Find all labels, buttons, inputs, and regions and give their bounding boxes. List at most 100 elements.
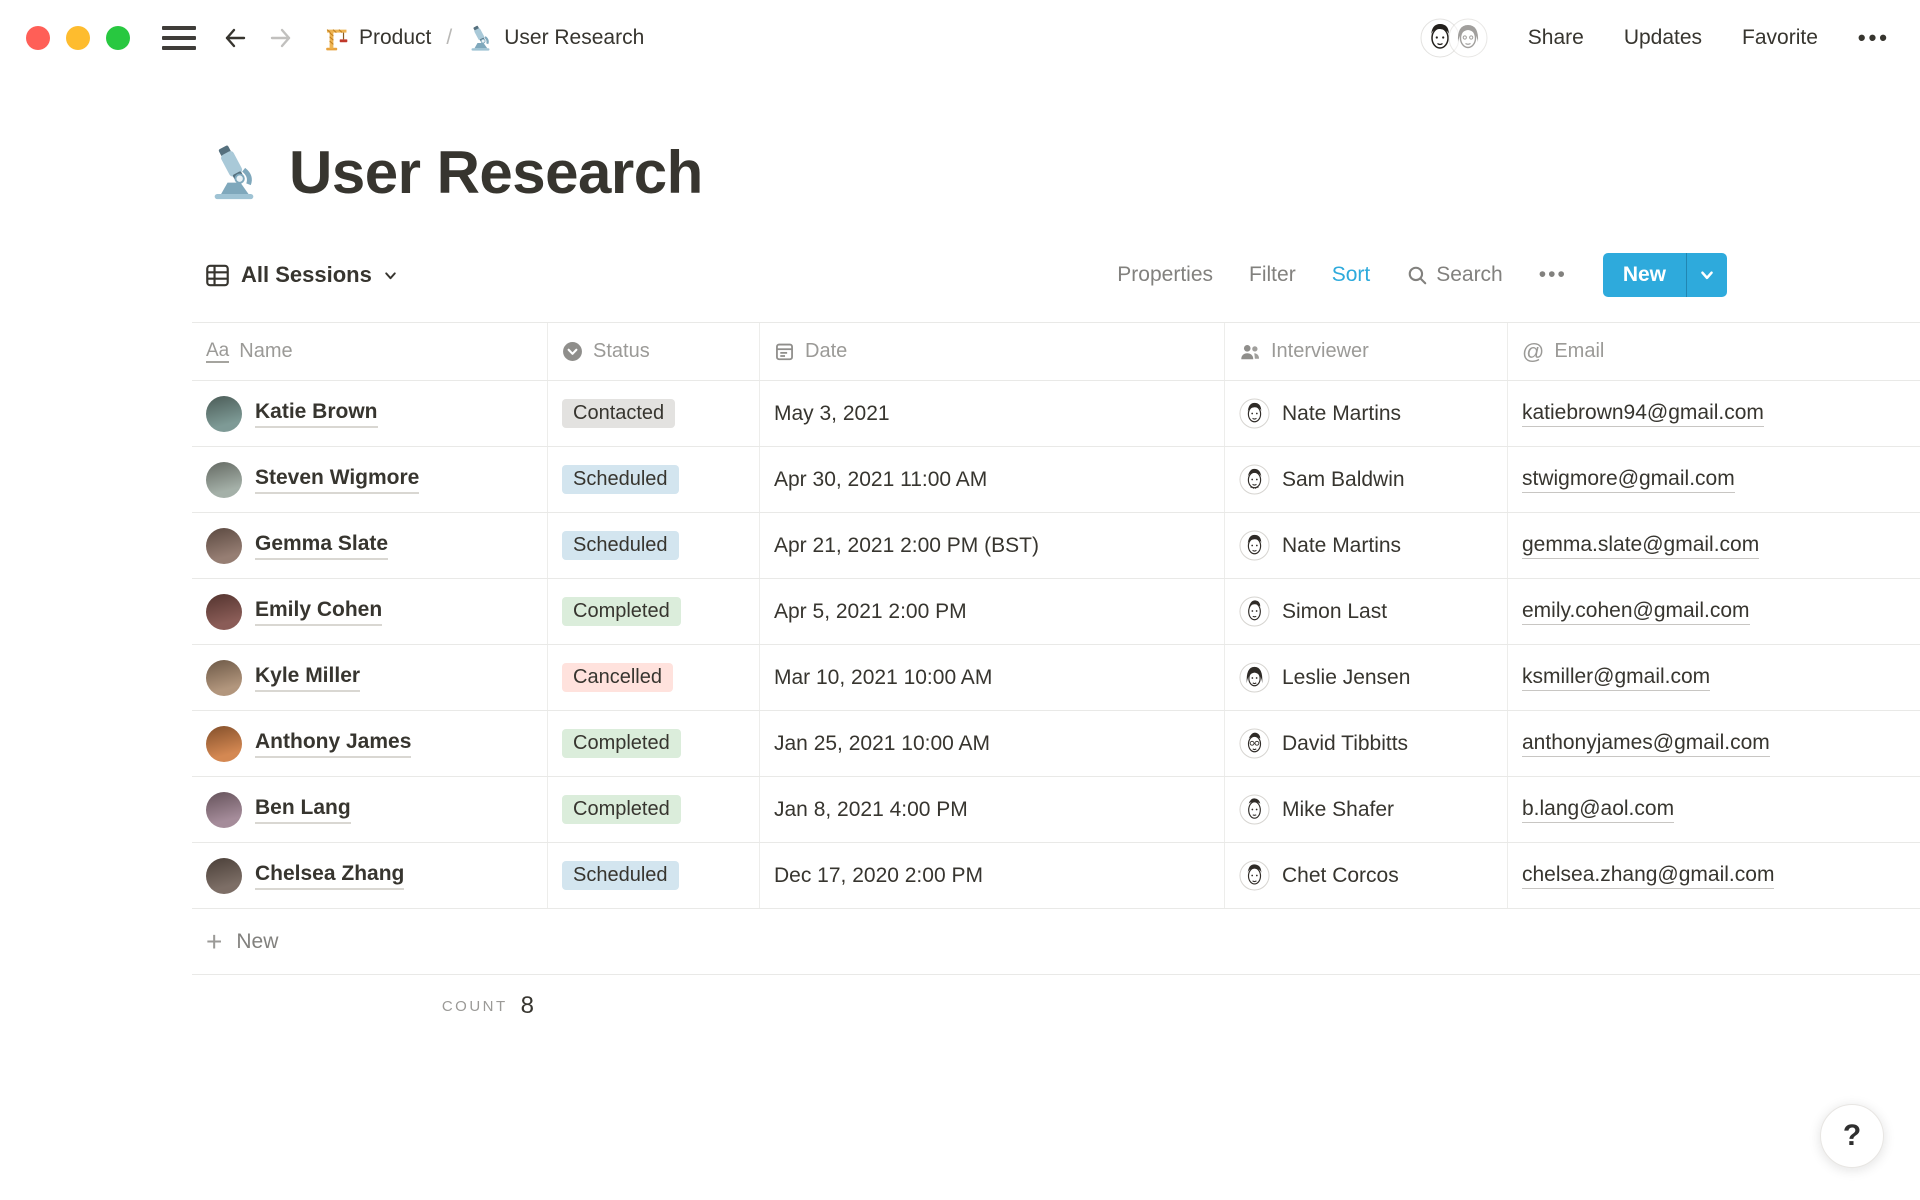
person-name-link[interactable]: Steven Wigmore	[255, 465, 420, 494]
person-name-link[interactable]: Anthony James	[255, 729, 412, 758]
interviewer-cell[interactable]: Chet Corcos	[1225, 843, 1508, 908]
column-header-interviewer[interactable]: Interviewer	[1225, 323, 1508, 380]
email-cell[interactable]: anthonyjames@gmail.com	[1508, 711, 1920, 776]
forward-arrow-icon[interactable]	[266, 23, 296, 53]
date-cell[interactable]: Apr 5, 2021 2:00 PM	[760, 579, 1225, 644]
interviewer-cell[interactable]: Mike Shafer	[1225, 777, 1508, 842]
date-cell[interactable]: Apr 21, 2021 2:00 PM (BST)	[760, 513, 1225, 578]
status-cell[interactable]: Cancelled	[548, 645, 760, 710]
interviewer-avatar	[1239, 662, 1270, 693]
email-cell[interactable]: ksmiller@gmail.com	[1508, 645, 1920, 710]
status-cell[interactable]: Completed	[548, 777, 760, 842]
add-row-button[interactable]: + New	[192, 909, 1920, 975]
email-cell[interactable]: gemma.slate@gmail.com	[1508, 513, 1920, 578]
email-cell[interactable]: stwigmore@gmail.com	[1508, 447, 1920, 512]
column-header-email[interactable]: @ Email	[1508, 323, 1920, 380]
email-cell[interactable]: emily.cohen@gmail.com	[1508, 579, 1920, 644]
breadcrumb-page[interactable]: User Research	[467, 25, 644, 52]
construction-crane-icon	[326, 28, 348, 50]
person-name-link[interactable]: Kyle Miller	[255, 663, 361, 692]
interviewer-cell[interactable]: Nate Martins	[1225, 513, 1508, 578]
page-title[interactable]: User Research	[289, 138, 703, 207]
interviewer-cell[interactable]: Leslie Jensen	[1225, 645, 1508, 710]
window-titlebar: Product / User Research Share Updates Fa…	[0, 0, 1920, 76]
column-header-status[interactable]: Status	[548, 323, 760, 380]
interviewer-cell[interactable]: Nate Martins	[1225, 381, 1508, 446]
properties-button[interactable]: Properties	[1117, 263, 1213, 287]
date-cell[interactable]: Mar 10, 2021 10:00 AM	[760, 645, 1225, 710]
breadcrumb-page-label: User Research	[504, 26, 645, 49]
status-cell[interactable]: Scheduled	[548, 513, 760, 578]
column-header-name[interactable]: Aa Name	[192, 323, 548, 380]
email-link[interactable]: chelsea.zhang@gmail.com	[1522, 863, 1775, 889]
interviewer-cell[interactable]: David Tibbitts	[1225, 711, 1508, 776]
date-cell[interactable]: May 3, 2021	[760, 381, 1225, 446]
page-icon-microscope[interactable]	[205, 144, 263, 202]
view-name: All Sessions	[241, 262, 372, 287]
collaborator-avatars[interactable]	[1420, 18, 1488, 58]
name-cell[interactable]: Steven Wigmore	[192, 447, 548, 512]
email-link[interactable]: gemma.slate@gmail.com	[1522, 533, 1760, 559]
zoom-window-button[interactable]	[106, 26, 130, 50]
person-name-link[interactable]: Emily Cohen	[255, 597, 383, 626]
interviewer-name: Mike Shafer	[1282, 797, 1395, 821]
person-name-link[interactable]: Gemma Slate	[255, 531, 389, 560]
more-options-icon[interactable]: •••	[1858, 25, 1890, 51]
help-button[interactable]: ?	[1820, 1104, 1884, 1168]
interviewer-cell[interactable]: Simon Last	[1225, 579, 1508, 644]
view-selector[interactable]: All Sessions	[205, 262, 398, 288]
name-cell[interactable]: Chelsea Zhang	[192, 843, 548, 908]
name-cell[interactable]: Gemma Slate	[192, 513, 548, 578]
email-link[interactable]: stwigmore@gmail.com	[1522, 467, 1735, 493]
email-link[interactable]: katiebrown94@gmail.com	[1522, 401, 1764, 427]
person-name-link[interactable]: Katie Brown	[255, 399, 378, 428]
filter-button[interactable]: Filter	[1249, 263, 1296, 287]
updates-button[interactable]: Updates	[1624, 26, 1702, 50]
interviewer-name: Simon Last	[1282, 599, 1388, 623]
status-cell[interactable]: Scheduled	[548, 843, 760, 908]
date-value: Jan 8, 2021 4:00 PM	[774, 797, 968, 821]
share-button[interactable]: Share	[1528, 26, 1584, 50]
email-link[interactable]: emily.cohen@gmail.com	[1522, 599, 1750, 625]
close-window-button[interactable]	[26, 26, 50, 50]
column-summary[interactable]: COUNT 8	[192, 975, 548, 1037]
new-button-dropdown[interactable]	[1687, 253, 1727, 297]
status-cell[interactable]: Scheduled	[548, 447, 760, 512]
person-name-link[interactable]: Ben Lang	[255, 795, 351, 824]
email-link[interactable]: ksmiller@gmail.com	[1522, 665, 1711, 691]
sort-button[interactable]: Sort	[1332, 263, 1371, 287]
sidebar-menu-icon[interactable]	[162, 22, 196, 54]
favorite-button[interactable]: Favorite	[1742, 26, 1818, 50]
calendar-icon	[776, 343, 793, 361]
status-cell[interactable]: Completed	[548, 579, 760, 644]
back-arrow-icon[interactable]	[220, 23, 250, 53]
status-cell[interactable]: Completed	[548, 711, 760, 776]
date-cell[interactable]: Jan 25, 2021 10:00 AM	[760, 711, 1225, 776]
name-cell[interactable]: Emily Cohen	[192, 579, 548, 644]
name-cell[interactable]: Anthony James	[192, 711, 548, 776]
column-header-date[interactable]: Date	[760, 323, 1225, 380]
email-cell[interactable]: b.lang@aol.com	[1508, 777, 1920, 842]
table-row: Emily Cohen Completed Apr 5, 2021 2:00 P…	[192, 579, 1920, 645]
email-link[interactable]: anthonyjames@gmail.com	[1522, 731, 1770, 757]
search-button[interactable]: Search	[1406, 263, 1503, 287]
name-cell[interactable]: Ben Lang	[192, 777, 548, 842]
person-name-link[interactable]: Chelsea Zhang	[255, 861, 405, 890]
breadcrumb-product[interactable]: Product	[322, 25, 431, 52]
interviewer-cell[interactable]: Sam Baldwin	[1225, 447, 1508, 512]
email-cell[interactable]: chelsea.zhang@gmail.com	[1508, 843, 1920, 908]
minimize-window-button[interactable]	[66, 26, 90, 50]
status-cell[interactable]: Contacted	[548, 381, 760, 446]
email-link[interactable]: b.lang@aol.com	[1522, 797, 1675, 823]
email-cell[interactable]: katiebrown94@gmail.com	[1508, 381, 1920, 446]
name-cell[interactable]: Kyle Miller	[192, 645, 548, 710]
interviewer-avatar	[1239, 398, 1270, 429]
new-record-button[interactable]: New	[1602, 253, 1727, 297]
name-cell[interactable]: Katie Brown	[192, 381, 548, 446]
date-cell[interactable]: Dec 17, 2020 2:00 PM	[760, 843, 1225, 908]
date-cell[interactable]: Apr 30, 2021 11:00 AM	[760, 447, 1225, 512]
column-label: Date	[805, 340, 848, 362]
date-cell[interactable]: Jan 8, 2021 4:00 PM	[760, 777, 1225, 842]
interviewer-name: Sam Baldwin	[1282, 467, 1405, 491]
view-more-options-icon[interactable]: •••	[1539, 263, 1567, 287]
